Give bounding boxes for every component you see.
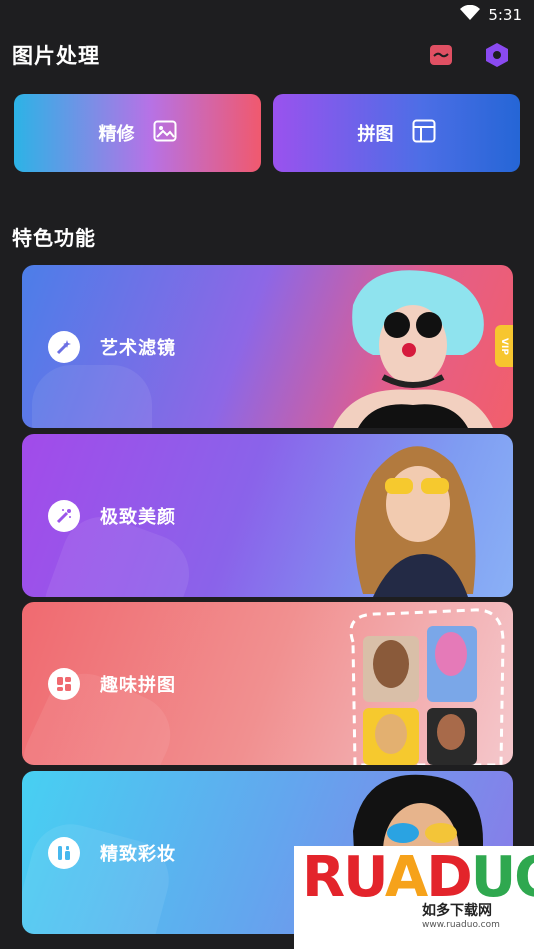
retouch-label: 精修 (98, 124, 135, 145)
app-header: 图片处理 (12, 38, 510, 72)
settings-hexagon-icon[interactable] (484, 42, 510, 68)
feature-label: 趣味拼图 (100, 674, 176, 696)
watermark-url: www.ruaduo.com (422, 920, 500, 930)
status-time: 5:31 (488, 6, 522, 24)
watermark-wordmark: RUADUO (302, 846, 534, 910)
feature-label: 艺术滤镜 (100, 337, 176, 359)
portrait-image (333, 270, 493, 428)
feature-beauty[interactable]: 极致美颜 (22, 434, 513, 597)
feature-fun-collage[interactable]: 趣味拼图 (22, 602, 513, 765)
wallet-icon[interactable] (428, 42, 454, 68)
collage-button[interactable]: 拼图 (273, 94, 520, 172)
collage-grid-icon (48, 667, 80, 700)
wifi-icon (460, 4, 481, 25)
watermark-tagline: 如多下载网 (422, 903, 492, 919)
feature-label: 精致彩妆 (100, 843, 176, 865)
feature-label: 极致美颜 (100, 506, 176, 528)
collage-preview-image (349, 608, 505, 765)
status-bar: 5:31 (0, 0, 534, 30)
portrait-image (355, 446, 476, 597)
magic-wand-icon (48, 330, 80, 363)
makeup-brush-icon (48, 836, 80, 869)
quick-actions: 精修 拼图 (14, 94, 520, 172)
layout-icon (412, 119, 436, 148)
vip-badge: VIP (495, 325, 513, 367)
section-title: 特色功能 (12, 226, 96, 250)
image-icon (153, 120, 177, 147)
feature-art-filter[interactable]: 艺术滤镜 VIP (22, 265, 513, 428)
collage-label: 拼图 (357, 124, 394, 145)
magic-stick-icon (48, 499, 80, 532)
page-title: 图片处理 (12, 44, 100, 68)
retouch-button[interactable]: 精修 (14, 94, 261, 172)
watermark-logo: RUADUO 如多下载网 www.ruaduo.com (294, 846, 534, 949)
